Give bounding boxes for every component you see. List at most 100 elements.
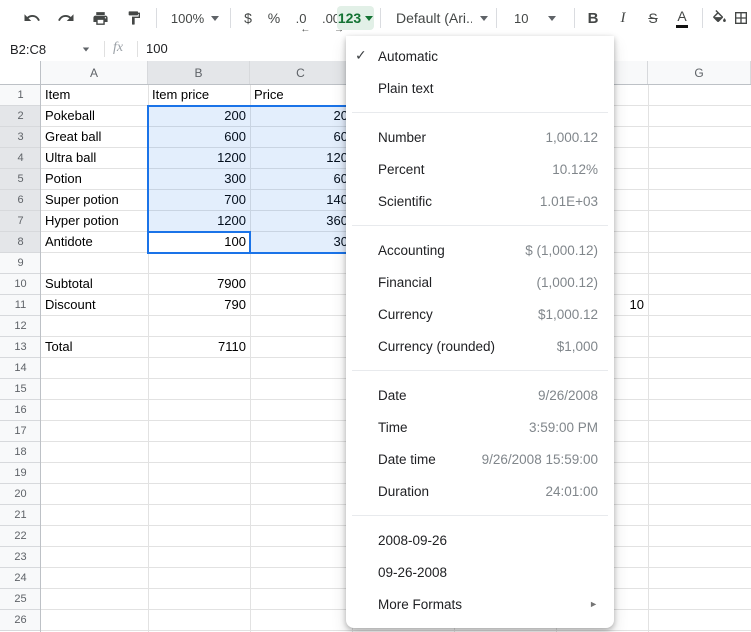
cell-C4[interactable]: 120 bbox=[251, 148, 351, 168]
borders-button[interactable] bbox=[731, 5, 751, 31]
cell-B3[interactable]: 600 bbox=[149, 127, 249, 147]
menu-item-scientific[interactable]: Scientific1.01E+03 bbox=[346, 185, 614, 217]
row-header-25[interactable]: 25 bbox=[0, 589, 41, 610]
cell-B7[interactable]: 1200 bbox=[149, 211, 249, 231]
cell-A10[interactable]: Subtotal bbox=[42, 274, 147, 294]
menu-item-accounting[interactable]: Accounting$ (1,000.12) bbox=[346, 234, 614, 266]
grid-corner-box[interactable] bbox=[0, 61, 41, 85]
menu-item-time[interactable]: Time3:59:00 PM bbox=[346, 411, 614, 443]
row-header-26[interactable]: 26 bbox=[0, 610, 41, 631]
row-header-19[interactable]: 19 bbox=[0, 463, 41, 484]
print-button[interactable] bbox=[86, 5, 114, 31]
menu-item-plain-text[interactable]: Plain text bbox=[346, 72, 614, 104]
bold-button[interactable]: B bbox=[580, 5, 606, 31]
menu-item-financial[interactable]: Financial(1,000.12) bbox=[346, 266, 614, 298]
row-header-14[interactable]: 14 bbox=[0, 358, 41, 379]
row-header-11[interactable]: 11 bbox=[0, 295, 41, 316]
cell-C5[interactable]: 60 bbox=[251, 169, 351, 189]
chevron-down-icon bbox=[83, 47, 89, 51]
row-header-8[interactable]: 8 bbox=[0, 232, 41, 253]
name-box[interactable]: B2:C8 bbox=[0, 37, 96, 61]
font-select[interactable]: Default (Ari... bbox=[388, 5, 490, 31]
row-header-21[interactable]: 21 bbox=[0, 505, 41, 526]
row-header-13[interactable]: 13 bbox=[0, 337, 41, 358]
format-currency-button[interactable]: $ bbox=[236, 5, 260, 31]
cell-B5[interactable]: 300 bbox=[149, 169, 249, 189]
cell-B2[interactable]: 200 bbox=[149, 106, 249, 126]
row-header-17[interactable]: 17 bbox=[0, 421, 41, 442]
menu-item-2008-09-26[interactable]: 2008-09-26 bbox=[346, 524, 614, 556]
row-header-23[interactable]: 23 bbox=[0, 547, 41, 568]
row-header-5[interactable]: 5 bbox=[0, 169, 41, 190]
column-header-A[interactable]: A bbox=[41, 61, 148, 85]
format-percent-button[interactable]: % bbox=[262, 5, 286, 31]
cell-A6[interactable]: Super potion bbox=[42, 190, 147, 210]
row-header-15[interactable]: 15 bbox=[0, 379, 41, 400]
cell-C1[interactable]: Price bbox=[251, 85, 351, 105]
cell-A5[interactable]: Potion bbox=[42, 169, 147, 189]
menu-item-example: $ (1,000.12) bbox=[525, 243, 598, 258]
row-header-20[interactable]: 20 bbox=[0, 484, 41, 505]
borders-icon bbox=[733, 10, 749, 26]
menu-item-date-time[interactable]: Date time9/26/2008 15:59:00 bbox=[346, 443, 614, 475]
row-header-16[interactable]: 16 bbox=[0, 400, 41, 421]
cell-C8[interactable]: 30 bbox=[251, 232, 351, 252]
cell-B11[interactable]: 790 bbox=[149, 295, 249, 315]
cell-A3[interactable]: Great ball bbox=[42, 127, 147, 147]
cell-B8[interactable]: 100 bbox=[149, 232, 249, 252]
cell-B10[interactable]: 7900 bbox=[149, 274, 249, 294]
cell-A7[interactable]: Hyper potion bbox=[42, 211, 147, 231]
cell-C2[interactable]: 20 bbox=[251, 106, 351, 126]
row-header-3[interactable]: 3 bbox=[0, 127, 41, 148]
zoom-select[interactable]: 100% bbox=[164, 5, 226, 31]
row-header-2[interactable]: 2 bbox=[0, 106, 41, 127]
cell-B4[interactable]: 1200 bbox=[149, 148, 249, 168]
paint-format-button[interactable] bbox=[120, 5, 148, 31]
menu-item-currency-rounded[interactable]: Currency (rounded)$1,000 bbox=[346, 330, 614, 362]
cell-A8[interactable]: Antidote bbox=[42, 232, 147, 252]
redo-button[interactable] bbox=[52, 5, 80, 31]
menu-item-09-26-2008[interactable]: 09-26-2008 bbox=[346, 556, 614, 588]
italic-button[interactable]: I bbox=[610, 5, 636, 31]
row-header-9[interactable]: 9 bbox=[0, 253, 41, 274]
column-header-G[interactable]: G bbox=[648, 61, 751, 85]
row-header-12[interactable]: 12 bbox=[0, 316, 41, 337]
menu-item-currency[interactable]: Currency$1,000.12 bbox=[346, 298, 614, 330]
undo-button[interactable] bbox=[18, 5, 46, 31]
menu-item-percent[interactable]: Percent10.12% bbox=[346, 153, 614, 185]
strikethrough-button[interactable]: S bbox=[640, 5, 666, 31]
text-color-button[interactable]: A bbox=[668, 5, 696, 31]
cell-B6[interactable]: 700 bbox=[149, 190, 249, 210]
cell-B13[interactable]: 7110 bbox=[149, 337, 249, 357]
menu-item-duration[interactable]: Duration24:01:00 bbox=[346, 475, 614, 507]
menu-item-automatic[interactable]: ✓Automatic bbox=[346, 40, 614, 72]
menu-item-more-formats[interactable]: More Formats► bbox=[346, 588, 614, 620]
cell-B1[interactable]: Item price bbox=[149, 85, 249, 105]
row-header-7[interactable]: 7 bbox=[0, 211, 41, 232]
cell-C6[interactable]: 140 bbox=[251, 190, 351, 210]
row-header-18[interactable]: 18 bbox=[0, 442, 41, 463]
cell-A4[interactable]: Ultra ball bbox=[42, 148, 147, 168]
cell-A1[interactable]: Item bbox=[42, 85, 147, 105]
cell-C3[interactable]: 60 bbox=[251, 127, 351, 147]
cell-A13[interactable]: Total bbox=[42, 337, 147, 357]
number-format-button[interactable]: 123 bbox=[337, 6, 374, 30]
fill-color-button[interactable] bbox=[706, 5, 732, 31]
formula-input[interactable]: 100 bbox=[146, 41, 168, 56]
row-header-10[interactable]: 10 bbox=[0, 274, 41, 295]
row-header-6[interactable]: 6 bbox=[0, 190, 41, 211]
decrease-decimal-button[interactable]: .0 ← bbox=[288, 5, 314, 31]
column-header-B[interactable]: B bbox=[148, 61, 250, 85]
cell-A11[interactable]: Discount bbox=[42, 295, 147, 315]
menu-item-number[interactable]: Number1,000.12 bbox=[346, 121, 614, 153]
row-header-1[interactable]: 1 bbox=[0, 85, 41, 106]
cell-A2[interactable]: Pokeball bbox=[42, 106, 147, 126]
row-header-22[interactable]: 22 bbox=[0, 526, 41, 547]
font-size-select[interactable]: 10 bbox=[502, 5, 566, 31]
cell-C7[interactable]: 360 bbox=[251, 211, 351, 231]
undo-icon bbox=[23, 9, 41, 27]
row-header-4[interactable]: 4 bbox=[0, 148, 41, 169]
menu-item-date[interactable]: Date9/26/2008 bbox=[346, 379, 614, 411]
column-header-C[interactable]: C bbox=[250, 61, 352, 85]
row-header-24[interactable]: 24 bbox=[0, 568, 41, 589]
